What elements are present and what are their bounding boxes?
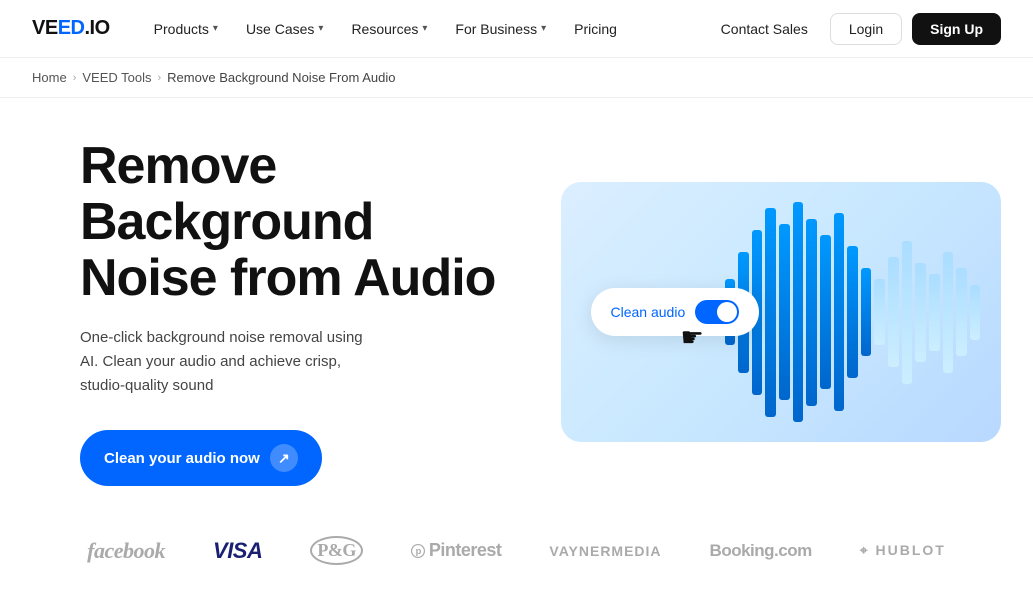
toggle-switch[interactable] <box>695 300 739 324</box>
hero-section: Remove Background Noise from Audio One-c… <box>0 98 1033 516</box>
wave-bar <box>929 274 940 351</box>
chevron-down-icon: ▾ <box>318 23 323 34</box>
hero-title: Remove Background Noise from Audio <box>80 138 500 306</box>
pg-logo: P&G <box>310 536 363 565</box>
nav-use-cases[interactable]: Use Cases ▾ <box>234 15 336 43</box>
wave-bar <box>915 263 926 362</box>
hero-left: Remove Background Noise from Audio One-c… <box>80 138 500 486</box>
hero-right: Clean audio ☛ <box>560 182 1001 442</box>
clean-audio-label: Clean audio <box>611 304 686 320</box>
chevron-down-icon: ▾ <box>213 23 218 34</box>
wave-bar <box>820 235 831 389</box>
chevron-down-icon: ▾ <box>541 23 546 34</box>
wave-bar <box>861 268 872 356</box>
arrow-icon: ↗ <box>270 444 298 472</box>
svg-text:p: p <box>416 546 422 556</box>
vaynermedia-logo: VAYNERMEDIA <box>549 543 661 559</box>
nav-for-business-label: For Business <box>455 21 537 37</box>
nav-resources[interactable]: Resources ▾ <box>339 15 439 43</box>
nav-resources-label: Resources <box>351 21 418 37</box>
facebook-logo: facebook <box>87 538 165 564</box>
breadcrumb-separator: › <box>73 72 77 84</box>
navbar: VEED.IO Products ▾ Use Cases ▾ Resources… <box>0 0 1033 58</box>
wave-bar <box>874 279 885 345</box>
cta-label: Clean your audio now <box>104 450 260 467</box>
wave-bar <box>943 252 954 373</box>
logo[interactable]: VEED.IO <box>32 17 110 40</box>
signup-button[interactable]: Sign Up <box>912 13 1001 45</box>
toggle-knob <box>717 302 737 322</box>
wave-bar <box>902 241 913 384</box>
cursor-icon: ☛ <box>681 322 704 353</box>
breadcrumb: Home › VEED Tools › Remove Background No… <box>0 58 1033 98</box>
wave-bar <box>779 224 790 400</box>
nav-products-label: Products <box>154 21 209 37</box>
nav-pricing-label: Pricing <box>574 21 617 37</box>
chevron-down-icon: ▾ <box>422 23 427 34</box>
hero-illustration: Clean audio ☛ <box>561 182 1001 442</box>
wave-bar <box>956 268 967 356</box>
contact-sales-button[interactable]: Contact Sales <box>709 15 820 43</box>
visa-logo: VISA <box>213 538 262 564</box>
nav-for-business[interactable]: For Business ▾ <box>443 15 558 43</box>
wave-bar <box>847 246 858 378</box>
wave-bar <box>765 208 776 417</box>
cta-button[interactable]: Clean your audio now ↗ <box>80 430 322 486</box>
nav-actions: Contact Sales Login Sign Up <box>709 13 1001 45</box>
breadcrumb-home[interactable]: Home <box>32 70 67 85</box>
breadcrumb-current: Remove Background Noise From Audio <box>167 70 395 85</box>
nav-products[interactable]: Products ▾ <box>142 15 230 43</box>
wave-bar <box>806 219 817 406</box>
booking-logo: Booking.com <box>710 541 812 561</box>
wave-bar <box>793 202 804 422</box>
wave-bar <box>888 257 899 367</box>
nav-pricing[interactable]: Pricing <box>562 15 629 43</box>
pinterest-logo: p Pinterest <box>411 540 502 561</box>
breadcrumb-separator: › <box>158 72 162 84</box>
hublot-logo: ⌖ HUBLOT <box>860 542 946 559</box>
hero-description: One-click background noise removal using… <box>80 326 380 398</box>
clean-audio-toggle: Clean audio <box>591 288 760 336</box>
nav-use-cases-label: Use Cases <box>246 21 314 37</box>
logos-bar: facebook VISA P&G p Pinterest VAYNERMEDI… <box>0 516 1033 595</box>
wave-bar <box>970 285 981 340</box>
wave-bar <box>834 213 845 411</box>
breadcrumb-tools[interactable]: VEED Tools <box>82 70 151 85</box>
login-button[interactable]: Login <box>830 13 902 45</box>
nav-links: Products ▾ Use Cases ▾ Resources ▾ For B… <box>142 15 709 43</box>
